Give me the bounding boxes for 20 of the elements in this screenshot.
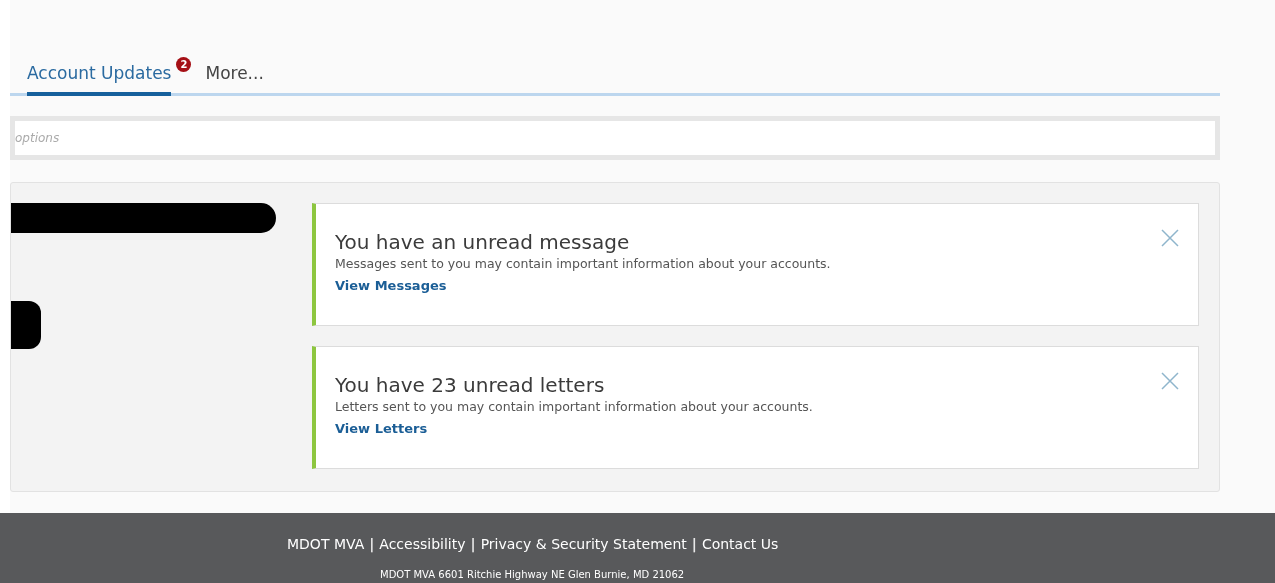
tab[interactable]: More...: [205, 60, 264, 96]
notice-link[interactable]: View Letters: [335, 419, 428, 439]
footer-separator: |: [470, 535, 476, 555]
notice-title: You have 23 unread letters: [335, 372, 605, 398]
close-icon[interactable]: [1161, 372, 1179, 390]
footer-link[interactable]: Accessibility: [379, 534, 466, 555]
footer-separator: |: [691, 535, 697, 555]
count-badge: 2: [176, 56, 192, 72]
footer-link[interactable]: Privacy & Security Statement: [480, 534, 687, 555]
notice-text: Messages sent to you may contain important information about your accounts.: [335, 255, 832, 273]
footer-separator: |: [369, 535, 375, 555]
footer-address: MDOT MVA 6601 Ritchie Highway NE Glen Burnie, MD 21062: [380, 568, 685, 582]
close-icon[interactable]: [1161, 229, 1179, 247]
notice-text: Letters sent to you may contain important information about your accounts.: [335, 398, 814, 416]
footer-link[interactable]: MDOT MVA: [287, 534, 365, 555]
footer-link[interactable]: Contact Us: [701, 534, 779, 555]
notice-link[interactable]: View Messages: [335, 276, 447, 296]
search-field[interactable]: options: [10, 116, 1220, 160]
redaction-mark: [11, 301, 41, 349]
notice-title: You have an unread message: [335, 229, 630, 255]
